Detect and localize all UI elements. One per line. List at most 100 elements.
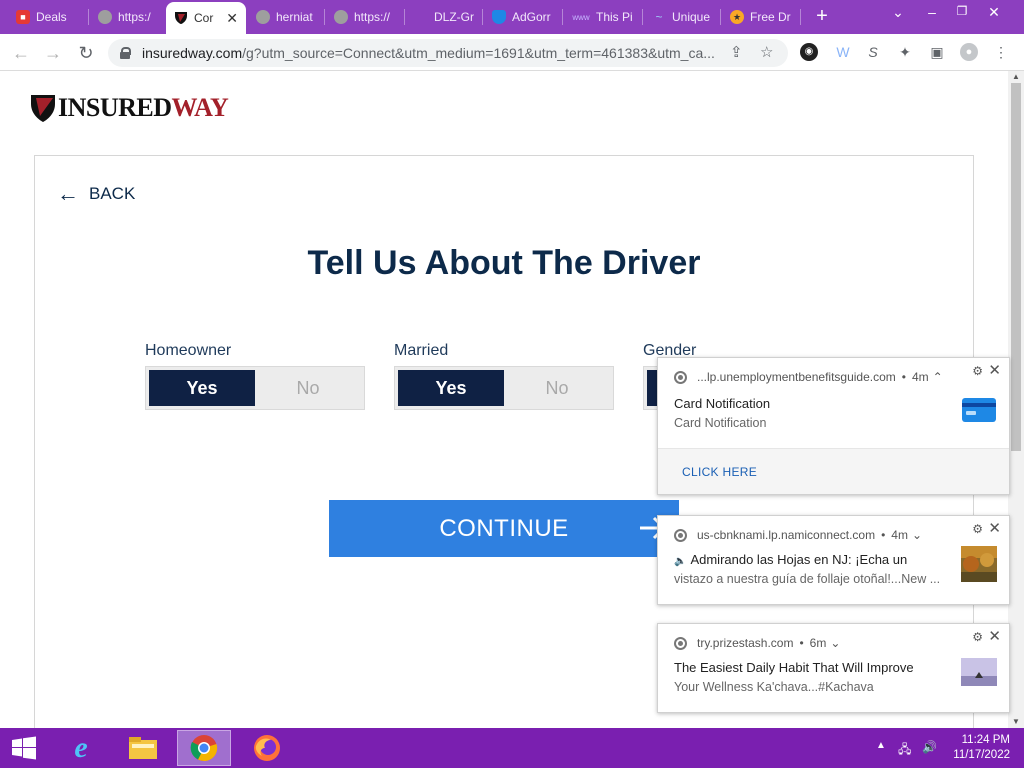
internet-explorer-icon[interactable]: e <box>54 730 108 766</box>
forward-arrow-icon[interactable]: → <box>42 42 64 64</box>
married-label: Married <box>394 342 449 359</box>
notification-settings-gear-icon[interactable]: ⚙ <box>972 364 983 378</box>
tab-adgorr[interactable]: AdGorr <box>484 4 560 30</box>
tray-expand-arrow-icon[interactable]: ▲ <box>876 740 886 751</box>
click-here-button[interactable]: CLICK HERE <box>682 465 757 479</box>
yellow-badge-icon: ★ <box>730 10 744 24</box>
scroll-down-arrow-icon[interactable]: ▼ <box>1011 717 1021 727</box>
notification-card-2[interactable]: us-cbnknami.lp.namiconnect.com • 4m ⌄ ⚙ … <box>657 515 1010 605</box>
notification-source: us-cbnknami.lp.namiconnect.com <box>697 528 876 542</box>
tab-separator <box>800 9 801 25</box>
chrome-icon <box>674 370 687 384</box>
tab-herniat[interactable]: herniat <box>248 4 322 30</box>
browser-tab-strip: ■ Deals https:/ Cor ✕ herniat https:// D… <box>0 0 1024 34</box>
notification-close-icon[interactable]: ✕ <box>988 519 1001 537</box>
continue-button[interactable]: CONTINUE <box>329 500 679 557</box>
extension-icon-dark[interactable]: ◉ <box>800 43 818 61</box>
notification-close-icon[interactable]: ✕ <box>988 627 1001 645</box>
homeowner-no-button[interactable]: No <box>255 370 361 406</box>
scrollbar-thumb[interactable] <box>1011 83 1021 451</box>
married-no-button[interactable]: No <box>504 370 610 406</box>
homeowner-field: Homeowner Yes No <box>145 342 365 410</box>
speaker-icon: 🔈 <box>674 556 687 567</box>
tab-search-chevron-icon[interactable]: ⌄ <box>888 4 908 21</box>
notification-settings-gear-icon[interactable]: ⚙ <box>972 630 983 644</box>
notification-age: 6m <box>809 636 827 650</box>
back-arrow-icon: ← <box>57 181 79 206</box>
blank-icon <box>414 10 428 24</box>
homeowner-yes-button[interactable]: Yes <box>149 370 255 406</box>
windows-start-icon[interactable] <box>0 730 48 766</box>
scroll-up-arrow-icon[interactable]: ▲ <box>1011 72 1021 82</box>
page-title: Tell Us About The Driver <box>307 244 701 282</box>
restore-icon[interactable]: ❐ <box>952 4 972 18</box>
tab-unique[interactable]: ~ Unique <box>644 4 720 30</box>
logo-shield-icon <box>31 95 55 122</box>
extension-w-icon[interactable]: W <box>834 43 852 61</box>
blue-shield-icon <box>492 10 506 24</box>
homeowner-label: Homeowner <box>145 342 232 359</box>
married-yes-button[interactable]: Yes <box>398 370 504 406</box>
insuredway-shield-icon <box>174 11 188 25</box>
notification-card-1[interactable]: ...lp.unemploymentbenefitsguide.com • 4m… <box>657 357 1010 495</box>
share-icon[interactable]: ⇪ <box>730 43 743 61</box>
notification-body: Card Notification <box>674 416 767 430</box>
back-arrow-icon[interactable]: ← <box>10 42 32 64</box>
tab-free-dr[interactable]: ★ Free Dr <box>722 4 798 30</box>
new-tab-button[interactable]: + <box>812 6 832 26</box>
chevron-down-icon[interactable]: ⌄ <box>912 528 922 542</box>
file-explorer-icon[interactable] <box>116 730 170 766</box>
profile-avatar-icon[interactable]: ● <box>960 43 978 61</box>
tab-this-pi[interactable]: www This Pi <box>564 4 640 30</box>
homeowner-toggle: Yes No <box>145 366 365 410</box>
notification-action-row: CLICK HERE <box>658 448 1009 494</box>
chrome-taskbar-icon[interactable] <box>177 730 231 766</box>
side-panel-icon[interactable]: ▣ <box>928 43 946 61</box>
notification-source: try.prizestash.com <box>697 636 794 650</box>
taskbar-clock[interactable]: 11:24 PM 11/17/2022 <box>953 733 1010 763</box>
browser-toolbar: ← → ↻ insuredway.com/g?utm_source=Connec… <box>0 34 1024 71</box>
tab-separator <box>88 9 89 25</box>
minimize-icon[interactable]: – <box>922 4 942 20</box>
tab-separator <box>482 9 483 25</box>
back-link[interactable]: ← BACK <box>57 181 135 206</box>
firefox-icon[interactable] <box>240 730 294 766</box>
insuredway-logo[interactable]: INSUREDWAY <box>30 93 229 123</box>
tab-deals[interactable]: ■ Deals <box>8 4 86 30</box>
chrome-icon <box>674 636 687 650</box>
address-bar[interactable]: insuredway.com/g?utm_source=Connect&utm_… <box>108 39 788 67</box>
married-field: Married Yes No <box>394 342 614 410</box>
reload-icon[interactable]: ↻ <box>75 42 97 64</box>
tab-https-1[interactable]: https:/ <box>90 4 160 30</box>
extensions-puzzle-icon[interactable]: ✦ <box>896 43 914 61</box>
notification-card-3[interactable]: try.prizestash.com • 6m ⌄ ⚙ ✕ The Easies… <box>657 623 1010 713</box>
url-text[interactable]: insuredway.com/g?utm_source=Connect&utm_… <box>142 45 722 61</box>
network-icon[interactable]: 🖧 <box>898 740 911 761</box>
red-bag-icon: ■ <box>16 10 30 24</box>
notification-title: Card Notification <box>674 396 771 411</box>
chevron-up-icon[interactable]: ⌃ <box>933 370 943 384</box>
tab-separator <box>324 9 325 25</box>
tab-close-icon[interactable]: ✕ <box>226 10 238 27</box>
close-window-icon[interactable]: ✕ <box>984 4 1004 21</box>
page-scrollbar[interactable]: ▲ ▼ <box>1008 71 1024 728</box>
extension-s-icon[interactable]: S <box>864 43 882 61</box>
word-logo-icon: www <box>572 12 590 22</box>
chrome-icon <box>674 528 687 542</box>
browser-menu-icon[interactable]: ⋮ <box>992 43 1010 61</box>
tab-insuredway[interactable]: Cor ✕ <box>166 2 246 34</box>
notification-settings-gear-icon[interactable]: ⚙ <box>972 522 983 536</box>
tab-separator <box>562 9 563 25</box>
notification-body: vistazo a nuestra guía de follaje otoñal… <box>674 572 941 586</box>
volume-icon[interactable]: 🔊 <box>922 740 937 754</box>
tab-dlz[interactable]: DLZ-Gr <box>406 4 482 30</box>
notification-close-icon[interactable]: ✕ <box>988 361 1001 379</box>
globe-icon <box>334 10 348 24</box>
tab-https-2[interactable]: https:// <box>326 4 400 30</box>
bookmark-star-icon[interactable]: ☆ <box>760 43 773 61</box>
windows-taskbar: e ▲ 🖧 🔊 11:24 PM 11/17/2022 <box>0 728 1024 768</box>
chevron-down-icon[interactable]: ⌄ <box>830 636 840 650</box>
notification-source: ...lp.unemploymentbenefitsguide.com <box>697 370 896 384</box>
notification-title: The Easiest Daily Habit That Will Improv… <box>674 660 914 675</box>
globe-icon <box>98 10 112 24</box>
